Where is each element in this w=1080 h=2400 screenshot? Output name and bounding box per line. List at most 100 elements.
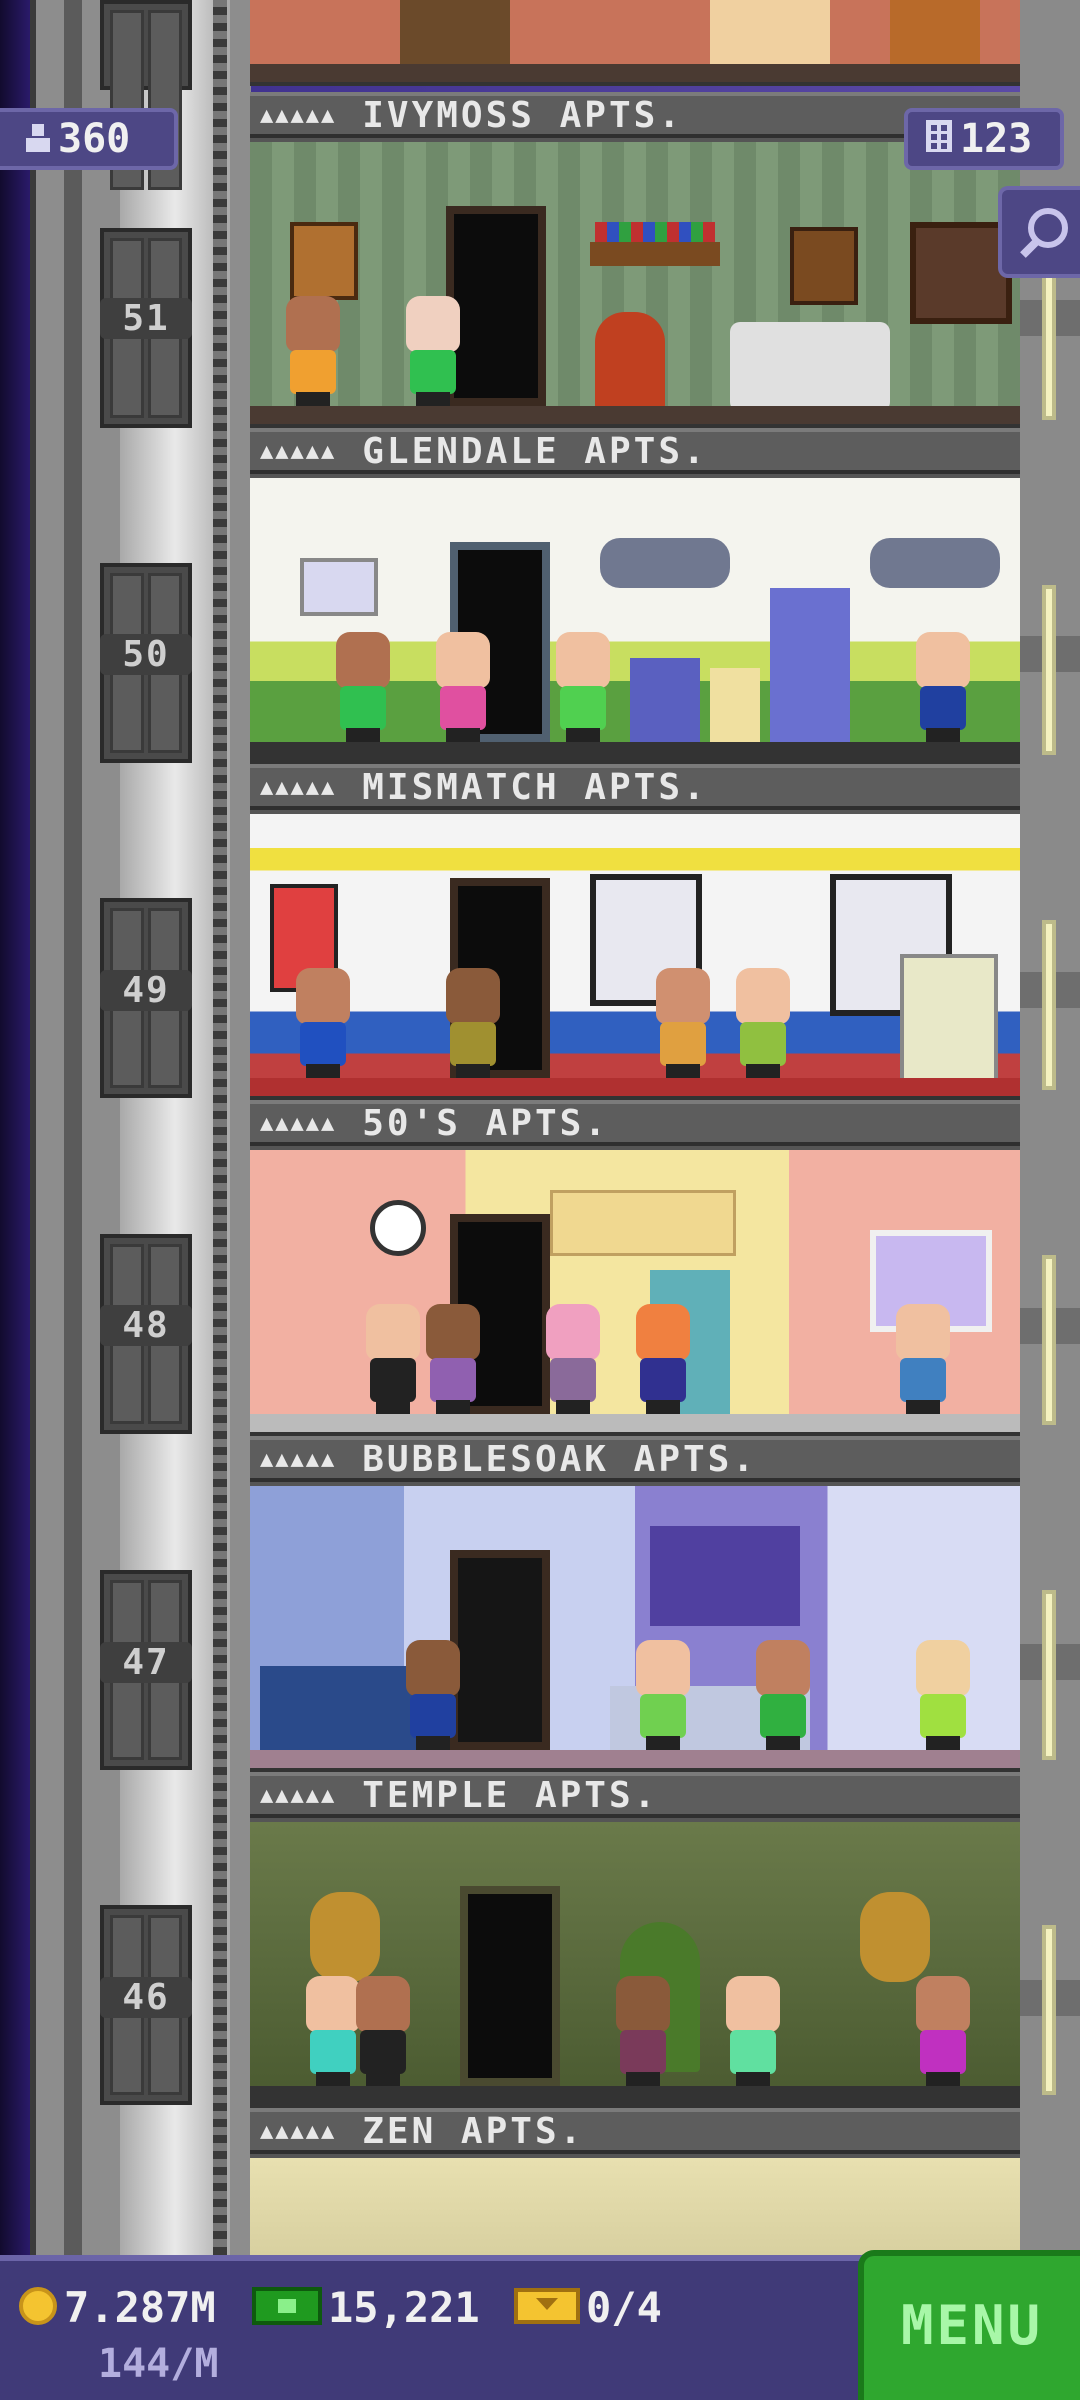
floor-number-49: 49 <box>100 970 192 1011</box>
population-counter[interactable]: 360 <box>0 108 178 170</box>
bitizen[interactable] <box>420 1304 486 1414</box>
floor-name: 50'S APTS. <box>362 1103 609 1144</box>
floor-label-50s: ▲▲▲▲▲ 50'S APTS. <box>250 1100 1020 1146</box>
bed <box>260 1666 420 1756</box>
shaft-rail-right <box>213 0 227 2255</box>
stove <box>630 658 700 748</box>
shaft-rail-left <box>64 0 82 2255</box>
star-rating: ▲▲▲▲▲ <box>260 103 337 128</box>
coins-display[interactable]: 7.287M <box>18 2283 216 2336</box>
bitizen[interactable] <box>400 1640 466 1750</box>
floor-name: MISMATCH APTS. <box>362 767 708 808</box>
floor-temple-apts[interactable] <box>250 1482 1020 1772</box>
star-rating: ▲▲▲▲▲ <box>260 439 337 464</box>
window <box>870 538 1000 588</box>
bitizen[interactable] <box>730 968 796 1078</box>
window <box>600 538 730 588</box>
window-light <box>1042 1590 1056 1760</box>
bitizen[interactable] <box>910 1976 976 2086</box>
floor-label-bubblesoak: ▲▲▲▲▲ BUBBLESOAK APTS. <box>250 1436 1020 1482</box>
bitizen[interactable] <box>440 968 506 1078</box>
floor-base <box>250 742 1020 760</box>
tickets-display[interactable]: 0/4 <box>514 2283 662 2336</box>
cabinet <box>710 668 760 748</box>
floor-zen-apts[interactable] <box>250 1818 1020 2108</box>
floor-base <box>250 1078 1020 1096</box>
star-rating: ▲▲▲▲▲ <box>260 775 337 800</box>
bitizen[interactable] <box>350 1976 416 2086</box>
bitizen[interactable] <box>550 632 616 742</box>
bitizen[interactable] <box>630 1304 696 1414</box>
coin-icon <box>18 2286 58 2336</box>
bitizen[interactable] <box>630 1640 696 1750</box>
ticket-icon <box>514 2286 580 2336</box>
window-light <box>1042 920 1056 1090</box>
books <box>595 222 715 242</box>
floor-ivymoss-apts[interactable] <box>250 0 1020 86</box>
building-icon <box>924 114 954 168</box>
floor-number-48: 48 <box>100 1305 192 1346</box>
floor-label-mismatch: ▲▲▲▲▲ MISMATCH APTS. <box>250 764 1020 810</box>
bitizen[interactable] <box>360 1304 426 1414</box>
magnifier-icon <box>1016 204 1072 268</box>
floor-glendale-apts[interactable] <box>250 138 1020 428</box>
floor-number-50: 50 <box>100 634 192 675</box>
elevator-door-top <box>100 0 192 190</box>
bitizen[interactable] <box>540 1304 606 1414</box>
bitizen[interactable] <box>280 296 346 406</box>
bux-value: 15,221 <box>328 2283 480 2332</box>
bitizen[interactable] <box>720 1976 786 2086</box>
bitizen[interactable] <box>330 632 396 742</box>
furniture-fireplace <box>710 0 830 70</box>
bitizen[interactable] <box>750 1640 816 1750</box>
floor-number-51: 51 <box>100 298 192 339</box>
star-rating: ▲▲▲▲▲ <box>260 1111 337 1136</box>
floor-counter[interactable]: 123 <box>904 108 1064 170</box>
window-light <box>1042 1255 1056 1425</box>
floor-50s-apts[interactable] <box>250 810 1020 1100</box>
bookshelf <box>590 242 720 266</box>
bitizen[interactable] <box>610 1976 676 2086</box>
bux-display[interactable]: 15,221 <box>252 2283 480 2337</box>
floor-base <box>250 2086 1020 2104</box>
wall-clock <box>370 1200 426 1256</box>
floor-bubblesoak-apts[interactable] <box>250 1146 1020 1436</box>
fridge <box>770 588 850 748</box>
person-icon <box>24 114 52 168</box>
window <box>910 222 1012 324</box>
picture-frame <box>300 558 378 616</box>
floor-number-47: 47 <box>100 1642 192 1683</box>
floor-name: IVYMOSS APTS. <box>362 95 683 136</box>
floor-name: TEMPLE APTS. <box>362 1775 659 1816</box>
cabinets <box>550 1190 736 1256</box>
floor-name: ZEN APTS. <box>362 2111 585 2152</box>
furniture-dresser <box>890 0 980 70</box>
sofa <box>730 322 890 412</box>
floor-label-temple: ▲▲▲▲▲ TEMPLE APTS. <box>250 1772 1020 1818</box>
floors-value: 123 <box>960 116 1033 162</box>
floor-name: BUBBLESOAK APTS. <box>362 1439 758 1480</box>
bitizen[interactable] <box>910 632 976 742</box>
floor-name: GLENDALE APTS. <box>362 431 708 472</box>
bitizen[interactable] <box>430 632 496 742</box>
floor-label-zen: ▲▲▲▲▲ ZEN APTS. <box>250 2108 1020 2154</box>
picture-frame <box>290 222 358 300</box>
floor-below-partial[interactable] <box>250 2154 1020 2255</box>
arcade-machine <box>900 954 998 1082</box>
floor-base <box>250 1750 1020 1768</box>
menu-button[interactable]: MENU <box>858 2250 1080 2400</box>
window-light <box>1042 585 1056 755</box>
bitizen[interactable] <box>890 1304 956 1414</box>
bitizen[interactable] <box>400 296 466 406</box>
floor-base <box>250 64 1020 82</box>
bitizen[interactable] <box>650 968 716 1078</box>
search-button[interactable] <box>998 186 1080 278</box>
star-rating: ▲▲▲▲▲ <box>260 1783 337 1808</box>
lion-statue <box>860 1892 930 1982</box>
tickets-value: 0/4 <box>586 2283 662 2332</box>
bitizen[interactable] <box>290 968 356 1078</box>
floor-mismatch-apts[interactable] <box>250 474 1020 764</box>
tower-right-wall <box>1020 0 1080 2255</box>
bitizen[interactable] <box>910 1640 976 1750</box>
population-value: 360 <box>58 116 131 162</box>
